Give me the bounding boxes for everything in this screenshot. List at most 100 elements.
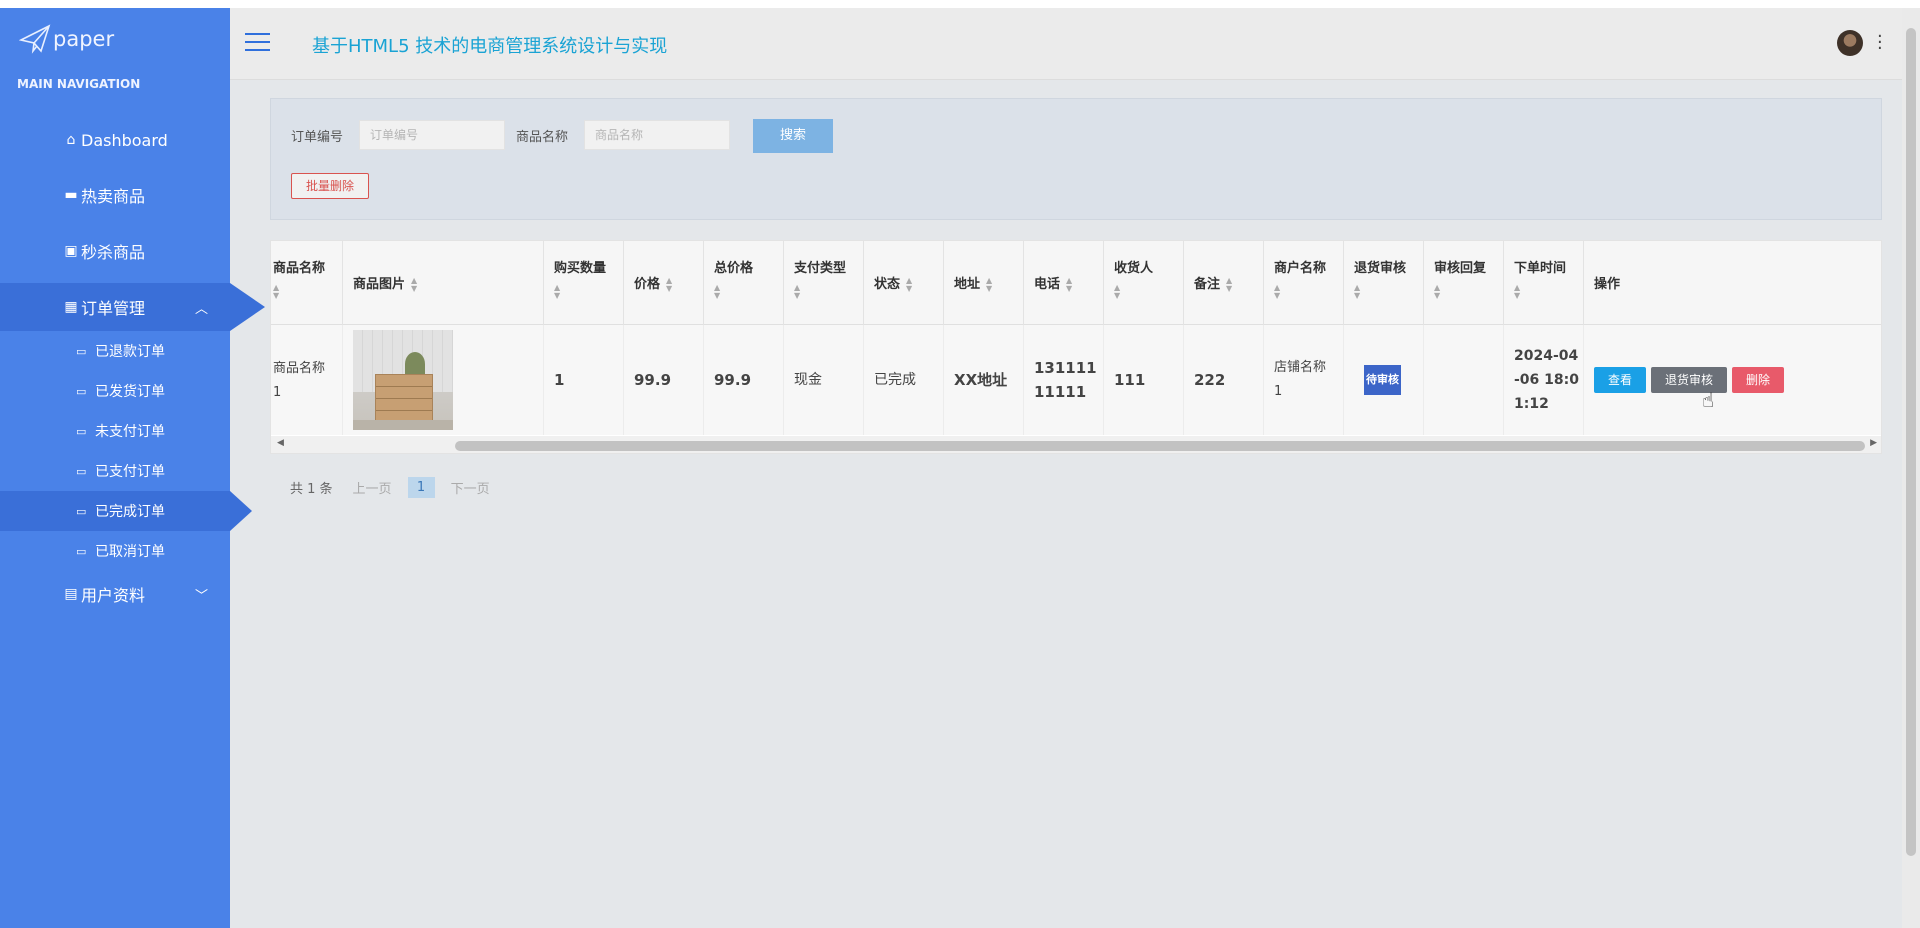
sort-icon[interactable]: ▲ ▼ bbox=[554, 284, 623, 300]
nav-item-user-profile[interactable]: ▤ 用户资料 ﹀ bbox=[0, 570, 230, 618]
sort-icon[interactable]: ▲ ▼ bbox=[273, 284, 342, 300]
column-header[interactable]: 商品图片 ▲ ▼ bbox=[343, 241, 544, 325]
sort-icon[interactable]: ▲ ▼ bbox=[1514, 284, 1583, 300]
sort-icon[interactable]: ▲ ▼ bbox=[666, 276, 672, 293]
scroll-left-icon[interactable]: ◀ bbox=[277, 438, 284, 448]
column-header-label: 商品名称 bbox=[273, 261, 326, 276]
batch-delete-button[interactable]: 批量删除 bbox=[291, 173, 369, 199]
top-bar: 基于HTML5 技术的电商管理系统设计与实现 bbox=[230, 8, 1902, 80]
sort-icon[interactable]: ▲ ▼ bbox=[1066, 276, 1072, 293]
product-thumbnail[interactable] bbox=[353, 330, 453, 430]
column-header[interactable]: 地址 ▲ ▼ bbox=[944, 241, 1024, 325]
column-header[interactable]: 备注 ▲ ▼ bbox=[1184, 241, 1264, 325]
folder-icon: ▭ bbox=[76, 464, 87, 478]
cell-qty: 1 bbox=[544, 325, 624, 435]
column-header[interactable]: 总价格 ▲ ▼ bbox=[704, 241, 784, 325]
vertical-scrollbar[interactable] bbox=[1902, 8, 1920, 928]
sub-item-label: 已取消订单 bbox=[95, 544, 165, 560]
grid-icon: ▦ bbox=[64, 299, 78, 315]
scrollbar-thumb[interactable] bbox=[455, 441, 1865, 451]
column-header-label: 商品图片 bbox=[353, 277, 406, 292]
sub-item-refunded-orders[interactable]: ▭ 已退款订单 bbox=[0, 331, 230, 371]
sub-item-label: 已退款订单 bbox=[95, 344, 165, 360]
column-header[interactable]: 状态 ▲ ▼ bbox=[864, 241, 944, 325]
delete-button[interactable]: 删除 bbox=[1732, 367, 1785, 393]
cell-order-time: 2024-04 -06 18:0 1:12 bbox=[1504, 325, 1584, 435]
horizontal-scrollbar[interactable]: ◀ ▶ bbox=[271, 436, 1881, 453]
chart-icon: ▣ bbox=[64, 243, 78, 259]
brand-logo[interactable]: paper bbox=[19, 23, 114, 55]
app-title: 基于HTML5 技术的电商管理系统设计与实现 bbox=[312, 36, 668, 57]
sub-item-completed-orders[interactable]: ▭ 已完成订单 bbox=[0, 491, 252, 531]
column-header[interactable]: 商品名称 ▲ ▼ bbox=[271, 241, 343, 325]
column-header[interactable]: 商户名称 ▲ ▼ bbox=[1264, 241, 1344, 325]
search-panel: 订单编号 商品名称 搜索 批量删除 bbox=[270, 98, 1882, 220]
more-vertical-icon[interactable]: · · · bbox=[1877, 28, 1883, 58]
view-button[interactable]: 查看 bbox=[1594, 367, 1647, 393]
prev-page-link[interactable]: 上一页 bbox=[353, 478, 392, 497]
cell-pay-type: 现金 bbox=[784, 325, 864, 435]
sort-icon[interactable]: ▲ ▼ bbox=[986, 276, 992, 293]
sort-icon[interactable]: ▲ ▼ bbox=[1354, 284, 1423, 300]
user-avatar[interactable] bbox=[1837, 30, 1863, 56]
nav-item-order-management[interactable]: ▦ 订单管理 ︿ bbox=[0, 283, 265, 331]
window-top-strip bbox=[0, 0, 1920, 8]
column-header[interactable]: 退货审核 ▲ ▼ bbox=[1344, 241, 1424, 325]
pagination: 共 1 条 上一页 1 下一页 bbox=[290, 476, 506, 498]
cell-product-name: 商品名称 1 bbox=[271, 325, 343, 435]
column-header-label: 电话 bbox=[1034, 277, 1061, 292]
brand-name: paper bbox=[53, 27, 115, 51]
sort-icon[interactable]: ▲ ▼ bbox=[1114, 284, 1183, 300]
cell-status: 已完成 bbox=[864, 325, 944, 435]
chevron-up-icon: ︿ bbox=[194, 301, 208, 317]
sort-icon[interactable]: ▲ ▼ bbox=[794, 284, 863, 300]
cell-remark: 222 bbox=[1184, 325, 1264, 435]
briefcase-icon: ▬ bbox=[64, 187, 78, 203]
sort-icon[interactable]: ▲ ▼ bbox=[411, 276, 417, 293]
nav-item-flash-sale[interactable]: ▣ 秒杀商品 bbox=[0, 227, 230, 275]
sort-icon[interactable]: ▲ ▼ bbox=[1274, 284, 1343, 300]
sort-icon[interactable]: ▲ ▼ bbox=[906, 276, 912, 293]
current-page[interactable]: 1 bbox=[407, 476, 435, 498]
column-header-label: 地址 bbox=[954, 277, 981, 292]
column-header-label: 状态 bbox=[874, 277, 901, 292]
menu-toggle-icon[interactable] bbox=[245, 33, 270, 53]
nav-item-label: Dashboard bbox=[81, 130, 168, 150]
column-header[interactable]: 支付类型 ▲ ▼ bbox=[784, 241, 864, 325]
next-page-link[interactable]: 下一页 bbox=[451, 478, 490, 497]
nav-item-label: 热卖商品 bbox=[81, 187, 146, 206]
cell-return-audit: 待审核 bbox=[1344, 325, 1424, 435]
column-header-label: 总价格 bbox=[714, 261, 754, 276]
search-button[interactable]: 搜索 bbox=[753, 119, 833, 153]
column-header[interactable]: 电话 ▲ ▼ bbox=[1024, 241, 1104, 325]
column-header[interactable]: 下单时间 ▲ ▼ bbox=[1504, 241, 1584, 325]
order-no-input[interactable] bbox=[359, 120, 505, 150]
column-header[interactable]: 审核回复 ▲ ▼ bbox=[1424, 241, 1504, 325]
chevron-down-icon: ﹀ bbox=[194, 588, 208, 604]
scroll-right-icon[interactable]: ▶ bbox=[1870, 438, 1877, 448]
column-header-label: 商户名称 bbox=[1274, 261, 1327, 276]
sub-item-shipped-orders[interactable]: ▭ 已发货订单 bbox=[0, 371, 230, 411]
sub-item-paid-orders[interactable]: ▭ 已支付订单 bbox=[0, 451, 230, 491]
column-header[interactable]: 购买数量 ▲ ▼ bbox=[544, 241, 624, 325]
sidebar: paper MAIN NAVIGATION ⌂ Dashboard ▬ 热卖商品… bbox=[0, 8, 265, 928]
nav-item-hot-goods[interactable]: ▬ 热卖商品 bbox=[0, 171, 230, 219]
column-header[interactable]: 价格 ▲ ▼ bbox=[624, 241, 704, 325]
sort-icon[interactable]: ▲ ▼ bbox=[1434, 284, 1503, 300]
cell-text: 1:12 bbox=[1514, 396, 1549, 412]
column-header-label: 操作 bbox=[1594, 277, 1621, 292]
nav-item-label: 秒杀商品 bbox=[81, 243, 146, 262]
product-name-label: 商品名称 bbox=[516, 130, 569, 145]
sub-item-cancelled-orders[interactable]: ▭ 已取消订单 bbox=[0, 531, 230, 571]
pagination-total: 共 1 条 bbox=[290, 481, 333, 497]
sub-item-unpaid-orders[interactable]: ▭ 未支付订单 bbox=[0, 411, 230, 451]
sort-icon[interactable]: ▲ ▼ bbox=[1226, 276, 1232, 293]
column-header-label: 审核回复 bbox=[1434, 261, 1487, 276]
column-header[interactable]: 收货人 ▲ ▼ bbox=[1104, 241, 1184, 325]
product-name-input[interactable] bbox=[584, 120, 730, 150]
nav-item-dashboard[interactable]: ⌂ Dashboard bbox=[0, 116, 230, 164]
sort-icon[interactable]: ▲ ▼ bbox=[714, 284, 783, 300]
cell-text: 1 bbox=[1274, 384, 1283, 399]
return-audit-button[interactable]: 退货审核 bbox=[1651, 367, 1728, 393]
scrollbar-thumb[interactable] bbox=[1906, 28, 1916, 856]
